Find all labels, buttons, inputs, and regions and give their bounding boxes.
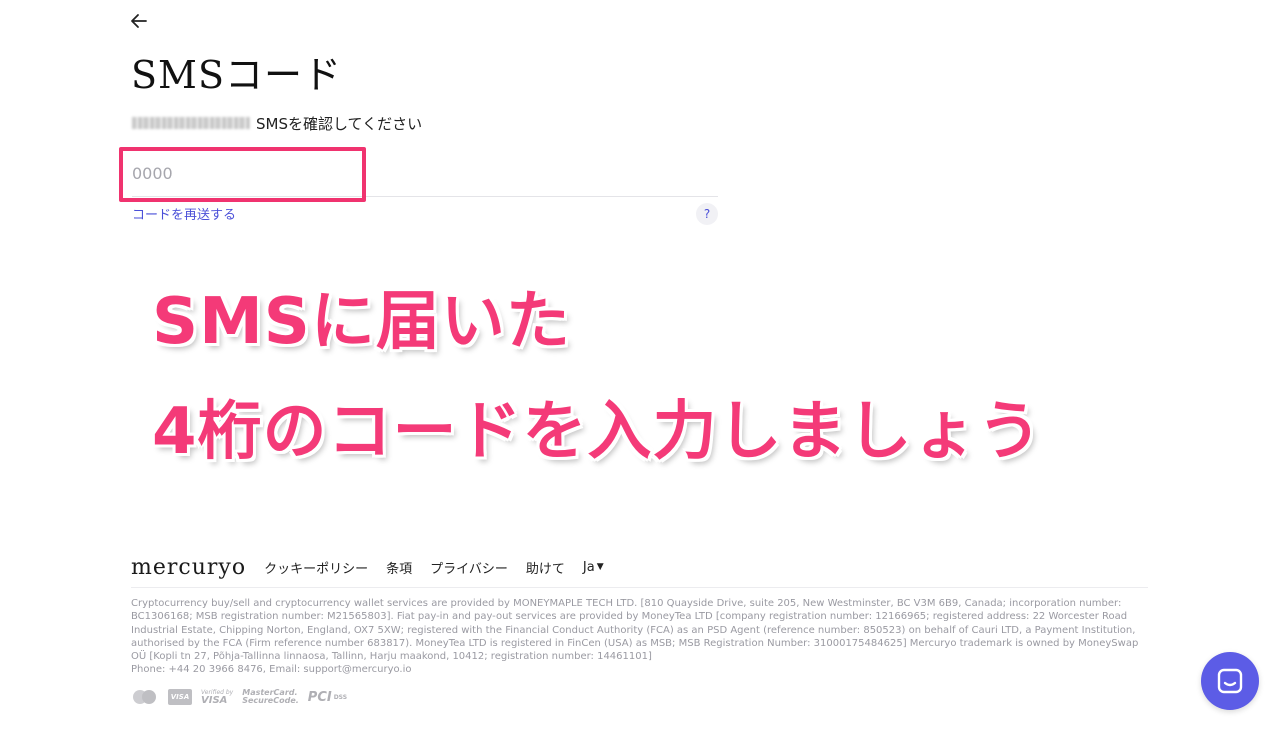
- chevron-down-icon: ▼: [596, 562, 604, 572]
- payment-badges: VISA Verified by VISA MasterCard. Secure…: [131, 686, 347, 708]
- sms-code-input[interactable]: [132, 160, 352, 186]
- footer-divider: [131, 587, 1148, 588]
- footer-link-terms[interactable]: 条項: [386, 558, 412, 577]
- footer-link-privacy[interactable]: プライバシー: [430, 558, 508, 577]
- mercuryo-logo[interactable]: mercuryo: [131, 555, 246, 580]
- pci-label: PCI: [307, 689, 332, 705]
- help-button[interactable]: ?: [696, 203, 718, 225]
- legal-paragraph: Cryptocurrency buy/sell and cryptocurren…: [131, 598, 1139, 663]
- footer-link-help[interactable]: 助けて: [526, 558, 565, 577]
- visa-card-icon: VISA: [168, 689, 192, 705]
- arrow-left-icon: [131, 14, 147, 28]
- masked-phone-number: [132, 117, 250, 129]
- pci-dss-badge: PCI DSS: [308, 690, 347, 705]
- language-value: Ja: [582, 559, 595, 575]
- page-title: SMSコード: [131, 53, 342, 97]
- annotation-line-1: SMSに届いた: [152, 285, 571, 359]
- subtitle-text: SMSを確認してください: [256, 114, 423, 133]
- dss-label: DSS: [333, 693, 348, 701]
- footer-nav: mercuryo クッキーポリシー 条項 プライバシー 助けて Ja ▼: [131, 553, 604, 581]
- resend-code-link[interactable]: コードを再送する: [132, 204, 236, 223]
- footer-link-cookie-policy[interactable]: クッキーポリシー: [264, 558, 368, 577]
- question-icon: ?: [703, 207, 711, 221]
- verified-by-visa-badge: Verified by VISA: [201, 689, 233, 706]
- language-select[interactable]: Ja ▼: [583, 560, 604, 575]
- subtitle: SMSを確認してください: [132, 112, 422, 134]
- mastercard-logo-icon: [131, 688, 159, 706]
- legal-text: Cryptocurrency buy/sell and cryptocurren…: [131, 597, 1146, 677]
- chat-icon: [1217, 668, 1243, 694]
- contact-info: Phone: +44 20 3966 8476, Email: support@…: [131, 664, 412, 676]
- code-field: [132, 150, 718, 197]
- securecode-label: SecureCode.: [242, 696, 299, 705]
- verified-visa-label: VISA: [201, 695, 228, 706]
- annotation-line-2: 4桁のコードを入力しましょう: [152, 395, 1043, 469]
- back-button[interactable]: [128, 10, 150, 32]
- mastercard-securecode-badge: MasterCard. SecureCode.: [242, 689, 299, 705]
- chat-support-button[interactable]: [1201, 652, 1259, 710]
